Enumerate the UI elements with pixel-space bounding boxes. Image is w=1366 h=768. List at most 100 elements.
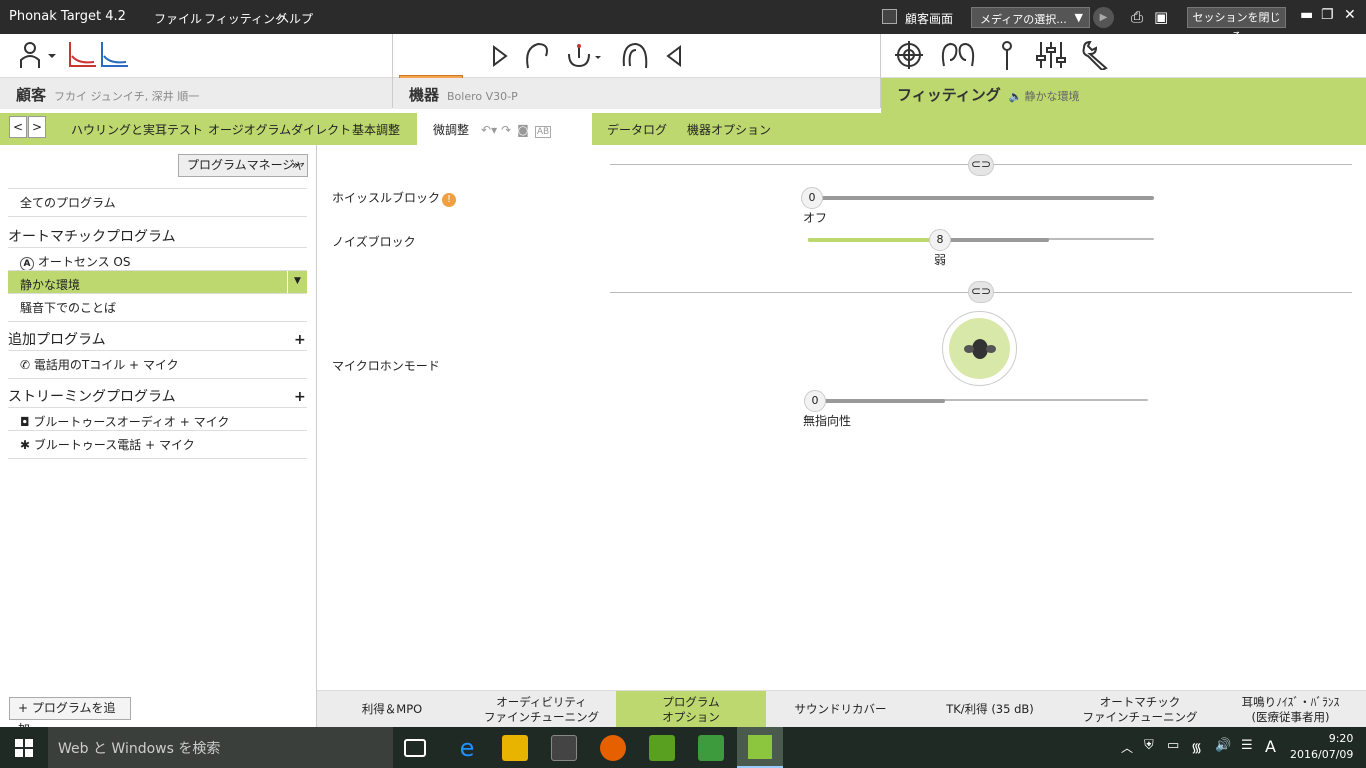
mic-slider-track[interactable]	[814, 399, 945, 403]
menu-file[interactable]: ファイル	[154, 10, 202, 27]
target-icon[interactable]	[894, 40, 924, 70]
windows-start-icon[interactable]	[15, 739, 33, 757]
tab-gain-mpo[interactable]: 利得＆MPO	[317, 691, 467, 728]
minimize-icon[interactable]: ▬	[1300, 7, 1313, 23]
wrench-icon[interactable]	[1080, 40, 1112, 70]
equalizer-icon[interactable]	[1036, 40, 1066, 70]
wifi-icon[interactable]: ᯾	[1191, 738, 1202, 756]
list-item-quiet[interactable]: 静かな環境 ▼	[8, 270, 307, 293]
ab-compare-icon[interactable]: AB	[534, 126, 552, 138]
chevron-down-icon[interactable]: ▾	[491, 123, 497, 137]
whistle-block-label: ホイッスルブロック!	[332, 189, 457, 207]
head-omni-icon	[964, 339, 996, 359]
tab-audibility-label-1: オーディビリティ	[496, 694, 587, 709]
task-view-icon[interactable]	[404, 739, 426, 757]
close-icon[interactable]: ✕	[1344, 7, 1356, 23]
app-title: Phonak Target 4.2	[9, 9, 126, 24]
tab-audibility[interactable]: オーディビリティ ファインチューニング	[467, 691, 616, 728]
link-icon[interactable]: ⊂⊃	[968, 281, 994, 303]
mic-slider-knob[interactable]: 0	[804, 390, 826, 412]
chevron-down-icon[interactable]: ▼	[287, 271, 307, 293]
taskbar-search-input[interactable]: Web と Windows を検索	[48, 727, 393, 768]
chevron-up-icon[interactable]: ︿	[1121, 739, 1133, 756]
store-icon[interactable]	[551, 735, 577, 761]
earpiece-icon[interactable]	[618, 40, 650, 70]
tab-feedback-test[interactable]: ハウリングと実耳テスト	[71, 121, 203, 138]
add-streaming-icon[interactable]: +	[294, 389, 306, 405]
acoustic-icon[interactable]	[565, 42, 605, 70]
tab-datalog[interactable]: データログ	[607, 121, 667, 138]
tab-program-options[interactable]: プログラム オプション	[616, 691, 766, 728]
forward-icon[interactable]: >	[28, 116, 46, 138]
security-icon[interactable]: ⛨	[1144, 738, 1154, 753]
client-icon[interactable]	[18, 40, 58, 70]
program-manager-label: プログラムマネージャ	[187, 158, 306, 172]
ears-icon[interactable]	[938, 40, 978, 70]
tab-tinnitus-balance[interactable]: 耳鳴りﾉｲｽﾞ・ﾊﾞﾗﾝｽ (医療従事者用)	[1215, 691, 1366, 728]
program-options-panel: ⊂⊃ ホイッスルブロック! 0 オフ ノイズブロック 8 弱 ⊂⊃ マイクロホン…	[317, 145, 1366, 690]
play-icon[interactable]: ▶	[1093, 7, 1114, 28]
restore-icon[interactable]: ❐	[1321, 7, 1334, 23]
edge-icon[interactable]: e	[454, 735, 480, 761]
whistle-slider-track[interactable]	[811, 196, 1154, 200]
save-icon[interactable]: ▣	[1154, 8, 1168, 26]
volume-icon[interactable]: 🔊	[1215, 738, 1231, 753]
redo-icon[interactable]: ↷	[501, 123, 511, 137]
notes-icon[interactable]	[698, 735, 724, 761]
mic-value-text: 無指向性	[803, 414, 852, 428]
file-explorer-icon[interactable]	[502, 735, 528, 761]
list-item-all-programs[interactable]: 全てのプログラム	[8, 188, 307, 217]
end-session-button[interactable]: セッションを閉じる	[1187, 7, 1286, 43]
tab-tinnitus-label-1: 耳鳴りﾉｲｽﾞ・ﾊﾞﾗﾝｽ	[1241, 694, 1340, 709]
clock[interactable]: 9:20 2016/07/09	[1290, 731, 1353, 763]
tab-auto-fine-tuning[interactable]: オートマチック ファインチューニング	[1065, 691, 1215, 728]
phonak-target-taskbar-icon[interactable]	[737, 727, 783, 768]
undo-icon[interactable]: ↶	[481, 123, 491, 137]
client-screen-checkbox[interactable]	[882, 9, 897, 24]
device-section[interactable]: 機器 Bolero V30-P	[393, 78, 880, 109]
hearing-aid-bte-icon[interactable]	[520, 40, 552, 70]
double-chevron-right-icon: »	[291, 158, 299, 172]
battery-icon[interactable]: ▭	[1167, 738, 1179, 753]
tab-fine-tuning[interactable]: 微調整 ↶▾ ↷ ◙ AB	[417, 113, 592, 145]
tab-audiogram-direct[interactable]: オージオグラムダイレクト	[208, 121, 351, 138]
menu-help[interactable]: ヘルプ	[277, 10, 313, 27]
camera-icon[interactable]: ◙	[517, 123, 529, 137]
tab-sound-recover[interactable]: サウンドリカバー	[766, 691, 915, 728]
menu-fitting[interactable]: フィッティング	[204, 10, 287, 27]
tab-device-options[interactable]: 機器オプション	[687, 121, 771, 138]
noahlink-icon[interactable]	[649, 735, 675, 761]
speaker-icon[interactable]	[664, 44, 684, 68]
notification-icon[interactable]: ☰	[1241, 738, 1253, 753]
noise-slider-fill	[808, 238, 940, 242]
automatic-icon: A	[20, 257, 34, 271]
noise-slider-knob[interactable]: 8	[929, 229, 951, 251]
bt-phone-label: ブルートゥース電話 + マイク	[33, 438, 195, 452]
hearing-aid-play-icon[interactable]	[490, 44, 510, 68]
tab-basic-tuning[interactable]: 基本調整	[352, 121, 400, 138]
firefox-icon[interactable]	[600, 735, 626, 761]
client-section[interactable]: 顧客 フカイ ジュンイチ, 深井 順一	[0, 78, 392, 109]
client-name: フカイ ジュンイチ, 深井 順一	[54, 90, 200, 103]
whistle-block-text: ホイッスルブロック	[332, 191, 441, 205]
program-manager-button[interactable]: プログラムマネージャ»	[178, 154, 308, 177]
print-icon[interactable]: ⎙	[1131, 8, 1143, 26]
audiogram-icon[interactable]	[68, 40, 130, 70]
back-icon[interactable]: <	[9, 116, 27, 138]
add-extra-icon[interactable]: +	[294, 332, 306, 348]
tab-tk-gain[interactable]: TK/利得 (35 dB)	[915, 691, 1065, 728]
mic-mode-label: マイクロホンモード	[332, 359, 440, 373]
list-item-noisy[interactable]: 騒音下でのことば	[8, 293, 307, 322]
fitting-section[interactable]: フィッティング 🔈 静かな環境	[881, 78, 1366, 113]
list-item-bt-phone[interactable]: ✱ ブルートゥース電話 + マイク	[8, 430, 307, 459]
media-select-dropdown[interactable]: メディアの選択... ▼	[971, 7, 1090, 28]
add-program-button[interactable]: + プログラムを追加...	[9, 697, 131, 736]
client-section-label: 顧客	[16, 86, 47, 104]
whistle-slider-knob[interactable]: 0	[801, 187, 823, 209]
list-item-tcoil[interactable]: ✆ 電話用のTコイル + マイク	[8, 350, 307, 379]
link-icon[interactable]: ⊂⊃	[968, 154, 994, 176]
pin-icon[interactable]	[998, 40, 1016, 72]
ime-indicator[interactable]: A	[1265, 737, 1276, 756]
program-sidebar: プログラムマネージャ» 全てのプログラム オートマチックプログラム A オートセ…	[0, 145, 317, 727]
noise-block-label: ノイズブロック	[332, 235, 416, 249]
